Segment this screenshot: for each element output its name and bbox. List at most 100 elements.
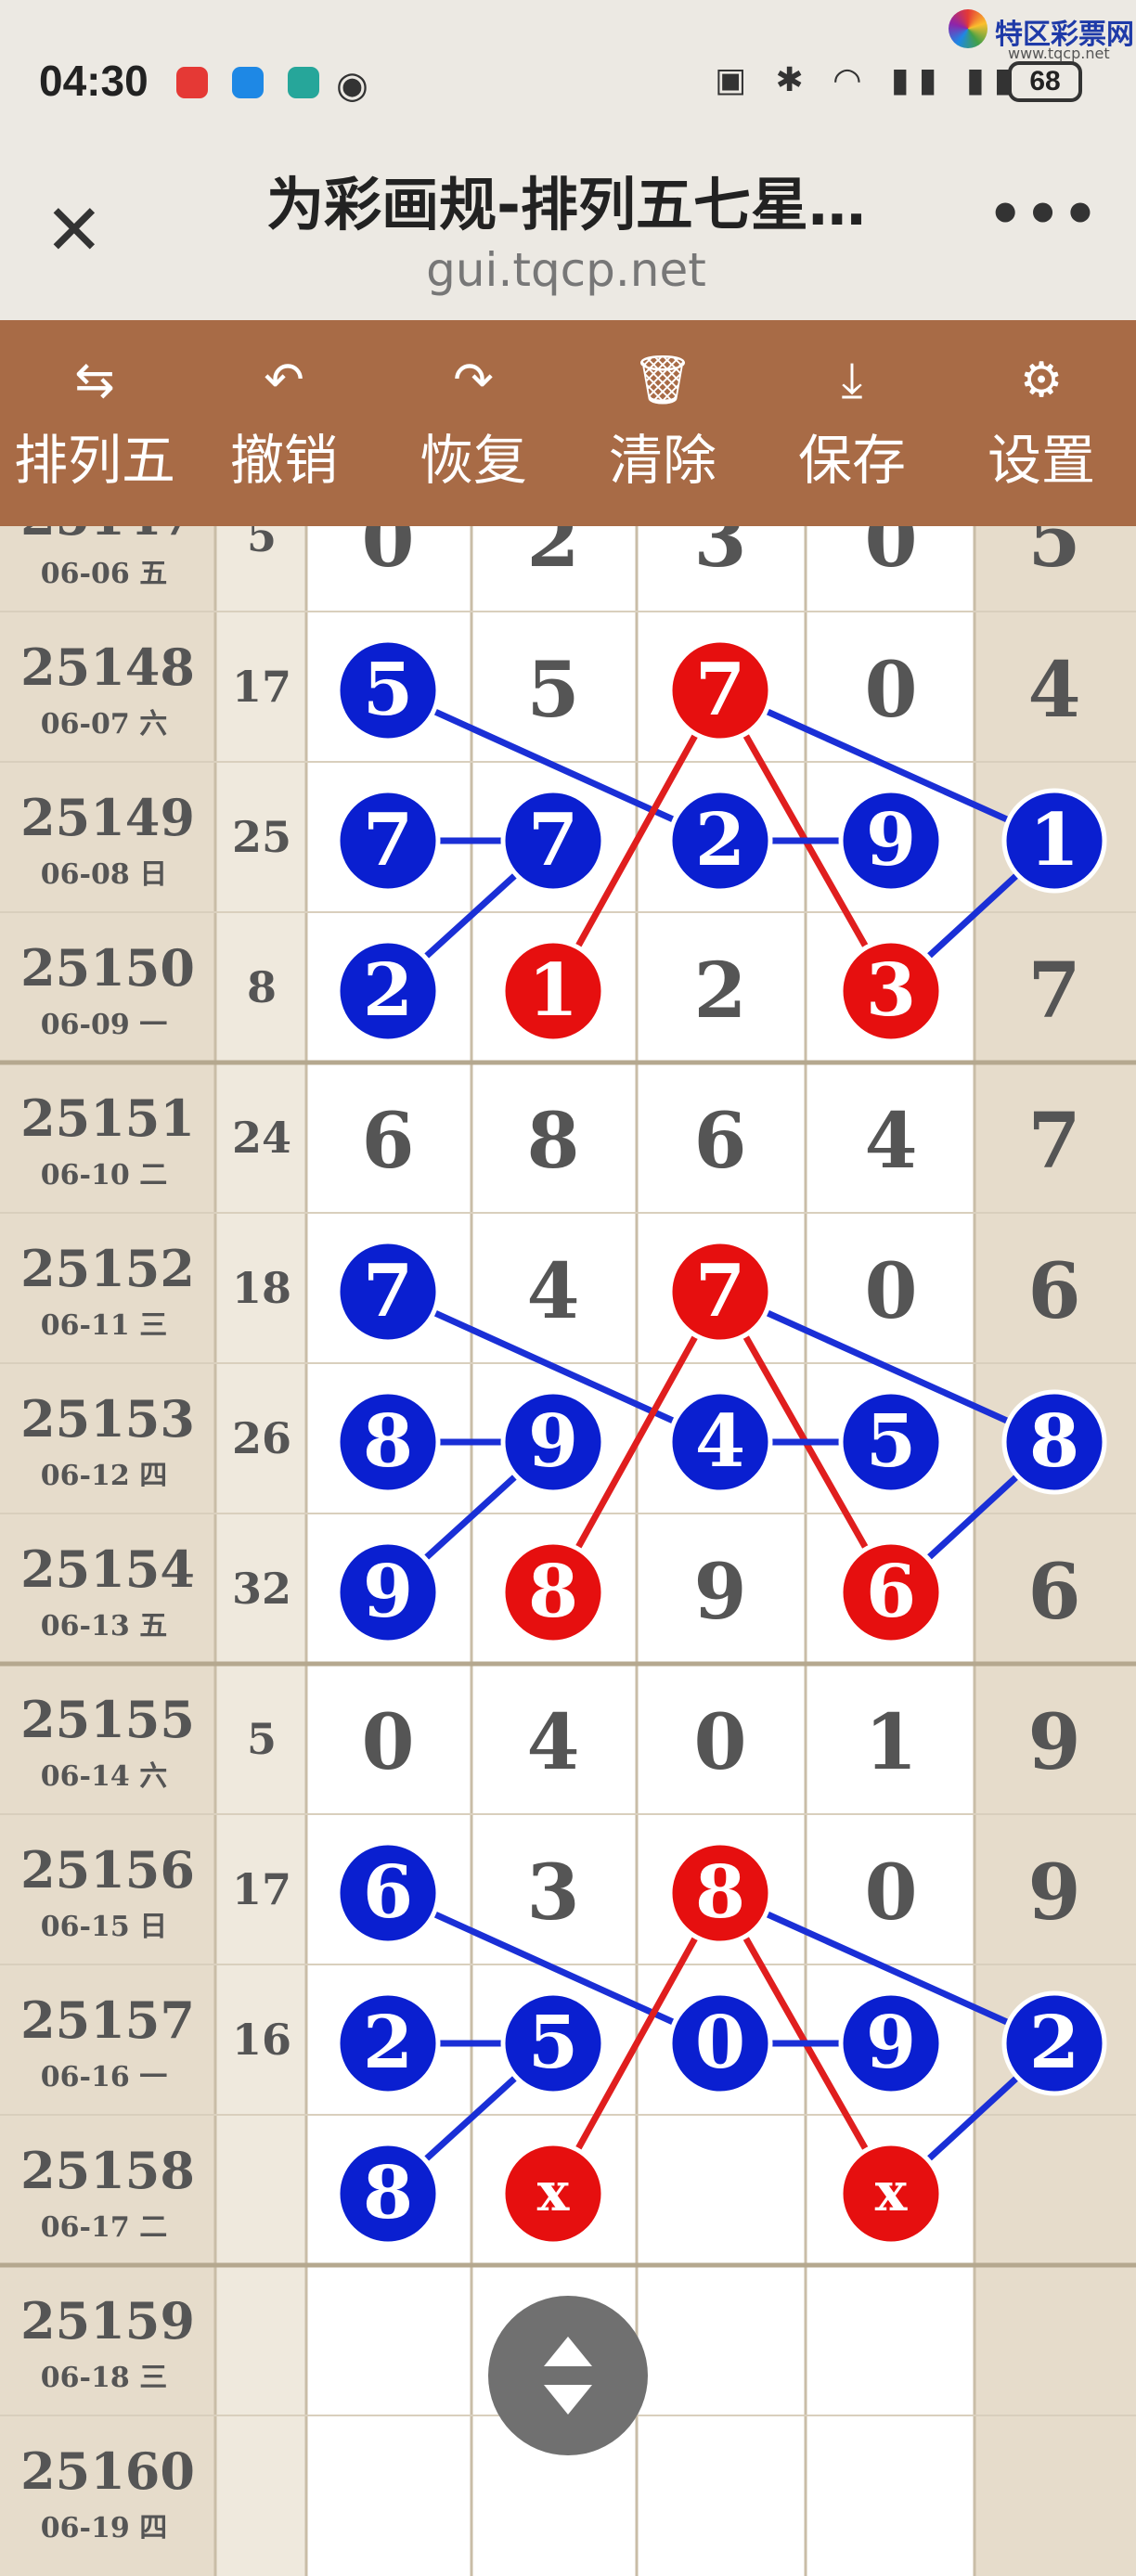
scroll-down-icon: [544, 2385, 592, 2415]
ball-digit: 6: [363, 1850, 413, 1935]
grid-canvas[interactable]: 2514706-06 五52514806-07 六172514906-08 日2…: [0, 526, 1136, 2576]
save-button[interactable]: ⤓ 保存: [757, 320, 947, 526]
redo-button[interactable]: ↷ 恢复: [379, 320, 568, 526]
system-status-icons: ▣ ✱ ◠ ▮▮ ▮▮: [715, 61, 1022, 99]
page-title: 为彩画规-排列五七星…: [266, 171, 866, 238]
plain-digit: 2: [526, 526, 579, 585]
plain-digit: 4: [1027, 646, 1080, 735]
plain-digit: 0: [864, 1848, 917, 1938]
ball-digit: 9: [363, 1550, 413, 1634]
digit-sum: 26: [232, 1413, 291, 1463]
plain-digit: 4: [864, 1097, 917, 1186]
issue-date: 06-07 六: [41, 708, 167, 741]
ball-digit: 9: [866, 798, 916, 882]
ball-digit: 5: [363, 648, 413, 732]
plain-digit: 6: [1027, 1247, 1080, 1336]
eye-icon: ◉: [336, 64, 368, 107]
issue-number: 25156: [20, 1840, 195, 1900]
digit-sum: 25: [232, 812, 291, 862]
more-options-icon[interactable]: •••: [988, 182, 1100, 247]
tool-label: 保存: [797, 429, 906, 492]
issue-date: 06-19 四: [41, 2512, 167, 2544]
issue-number: 25151: [20, 1088, 195, 1148]
issue-date: 06-08 日: [41, 858, 167, 891]
plain-digit: 6: [1027, 1548, 1080, 1637]
plain-digit: 4: [526, 1698, 579, 1787]
settings-button[interactable]: ⚙ 设置: [947, 320, 1136, 526]
gear-icon: ⚙: [1019, 353, 1064, 408]
ball-digit: 2: [1029, 2001, 1079, 2085]
issue-number: 25160: [20, 2441, 195, 2501]
ball-digit: 7: [695, 648, 745, 732]
tool-label: 清除: [608, 429, 716, 492]
issue-number: 25147: [20, 526, 195, 547]
close-icon[interactable]: ✕: [45, 195, 104, 265]
issue-number: 25158: [20, 2141, 195, 2200]
swap-icon: ⇆: [74, 353, 115, 408]
ball-digit: 7: [363, 798, 413, 882]
issue-date: 06-16 一: [41, 2061, 167, 2093]
ball-digit: 7: [695, 1249, 745, 1333]
ball-digit: 2: [363, 948, 413, 1033]
tool-label: 撤销: [229, 429, 338, 492]
ball-digit: x: [875, 2160, 908, 2223]
plain-digit: 9: [693, 1548, 746, 1637]
watermark-url: www.tqcp.net: [1008, 45, 1110, 62]
issue-number: 25152: [20, 1239, 195, 1298]
plain-digit: 1: [864, 1698, 917, 1787]
download-icon: ⤓: [841, 353, 863, 408]
scroll-up-icon: [544, 2337, 592, 2366]
message-app-icon: [232, 67, 264, 98]
issue-number: 25159: [20, 2291, 195, 2351]
ball-digit: 2: [363, 2001, 413, 2085]
ball-digit: 0: [695, 2001, 745, 2085]
issue-date: 06-09 一: [41, 1009, 167, 1041]
issue-date: 06-11 三: [41, 1309, 167, 1342]
plain-digit: 9: [1027, 1848, 1080, 1938]
digit-sum: 17: [232, 1864, 291, 1914]
lottery-type-button[interactable]: ⇆ 排列五: [0, 320, 189, 526]
plain-digit: 5: [526, 646, 579, 735]
issue-number: 25149: [20, 788, 195, 847]
issue-date: 06-10 二: [41, 1159, 167, 1191]
notification-app-icon: [176, 67, 208, 98]
issue-number: 25150: [20, 938, 195, 998]
status-time: 04:30: [39, 57, 148, 105]
issue-number: 25153: [20, 1389, 195, 1449]
plain-digit: 5: [1027, 526, 1080, 585]
undo-icon: ↶: [264, 353, 304, 408]
battery-indicator: 68: [1008, 61, 1082, 102]
issue-number: 25157: [20, 1990, 195, 2050]
trash-icon: 🗑: [631, 353, 693, 408]
plain-digit: 7: [1027, 947, 1080, 1036]
plain-digit: 0: [361, 1698, 414, 1787]
ball-digit: 8: [363, 1399, 413, 1484]
ball-digit: 7: [528, 798, 578, 882]
plain-digit: 0: [693, 1698, 746, 1787]
ball-digit: 8: [1029, 1399, 1079, 1484]
plain-digit: 8: [526, 1097, 579, 1186]
redo-icon: ↷: [453, 353, 494, 408]
digit-sum: 8: [247, 962, 277, 1012]
digit-sum: 24: [232, 1113, 291, 1163]
ball-digit: 9: [866, 2001, 916, 2085]
shopping-app-icon: [288, 67, 319, 98]
scroll-handle[interactable]: [488, 2296, 648, 2455]
digit-sum: 17: [232, 662, 291, 712]
plain-digit: 0: [361, 526, 414, 585]
plain-digit: 0: [864, 646, 917, 735]
ball-digit: x: [537, 2160, 570, 2223]
drawing-grid[interactable]: 2514706-06 五52514806-07 六172514906-08 日2…: [0, 526, 1136, 2576]
tool-label: 设置: [987, 429, 1095, 492]
ball-digit: 1: [1029, 798, 1079, 882]
digit-sum: 5: [247, 526, 277, 561]
ball-digit: 7: [363, 1249, 413, 1333]
ball-digit: 8: [363, 2151, 413, 2235]
ball-digit: 2: [695, 798, 745, 882]
plain-digit: 2: [693, 947, 746, 1036]
clear-button[interactable]: 🗑 清除: [568, 320, 757, 526]
plain-digit: 6: [693, 1097, 746, 1186]
toolbar: ⇆ 排列五 ↶ 撤销 ↷ 恢复 🗑 清除 ⤓ 保存 ⚙ 设置: [0, 320, 1136, 526]
undo-button[interactable]: ↶ 撤销: [189, 320, 379, 526]
page-url: gui.tqcp.net: [426, 243, 706, 297]
